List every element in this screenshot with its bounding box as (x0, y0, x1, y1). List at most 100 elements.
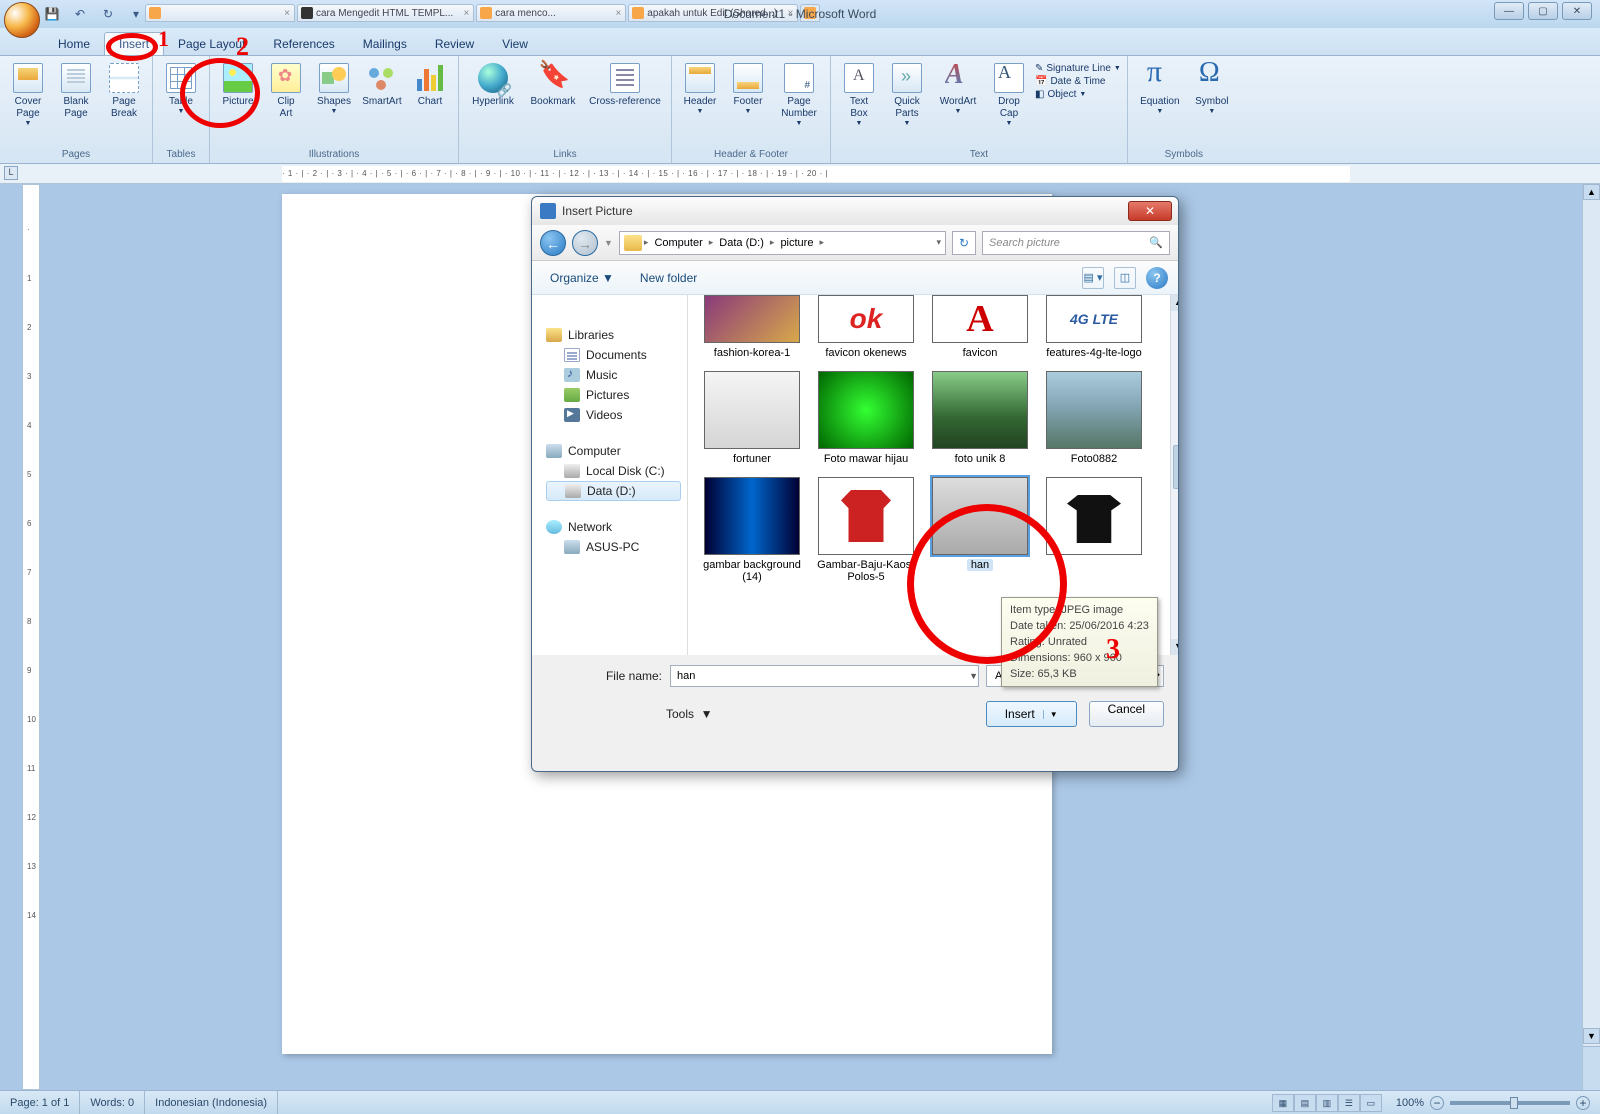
blank-page-button[interactable]: BlankPage (54, 60, 98, 120)
file-item[interactable]: gambar background (14) (698, 477, 806, 583)
view-mode-button[interactable]: ▤ ▾ (1082, 267, 1104, 289)
tab-review[interactable]: Review (421, 33, 488, 55)
organize-menu[interactable]: Organize ▼ (550, 271, 614, 285)
office-button[interactable] (4, 2, 40, 38)
table-button[interactable]: Table▼ (159, 60, 203, 115)
browser-tab[interactable]: cara menco...× (476, 4, 626, 22)
nav-local-disk-c[interactable]: Local Disk (C:) (546, 461, 681, 481)
equation-button[interactable]: Equation▼ (1134, 60, 1186, 115)
file-item-selected[interactable]: han (926, 477, 1034, 583)
nav-documents[interactable]: Documents (546, 345, 681, 365)
file-scrollbar[interactable]: ▲ ▼ (1170, 295, 1178, 655)
scroll-down-icon[interactable]: ▼ (1171, 639, 1178, 655)
help-button[interactable]: ? (1146, 267, 1168, 289)
qat-save-icon[interactable]: 💾 (40, 3, 64, 25)
status-words[interactable]: Words: 0 (80, 1091, 145, 1114)
dialog-close-button[interactable]: ✕ (1128, 201, 1172, 221)
file-item[interactable]: 4G LTEfeatures-4g-lte-logo (1040, 295, 1148, 359)
scrollbar-thumb[interactable] (1173, 445, 1178, 489)
ruler-corner[interactable]: L (4, 166, 18, 180)
picture-button[interactable]: Picture (216, 60, 260, 108)
search-input[interactable]: Search picture🔍 (982, 231, 1170, 255)
nav-asus-pc[interactable]: ASUS-PC (546, 537, 681, 557)
scroll-up-icon[interactable]: ▲ (1583, 184, 1600, 200)
insert-split-dropdown[interactable]: ▼ (1043, 710, 1058, 719)
refresh-button[interactable]: ↻ (952, 231, 976, 255)
minimize-button[interactable]: — (1494, 2, 1524, 20)
filename-dropdown[interactable]: ▼ (969, 671, 978, 681)
preview-pane-button[interactable]: ◫ (1114, 267, 1136, 289)
zoom-slider[interactable] (1450, 1101, 1570, 1105)
vertical-ruler[interactable]: ·1234567891011121314 (22, 184, 40, 1090)
hyperlink-button[interactable]: Hyperlink (465, 60, 521, 108)
browser-tab[interactable]: × (145, 4, 295, 22)
symbol-button[interactable]: Symbol▼ (1190, 60, 1234, 115)
browse-object-buttons[interactable] (1583, 1046, 1600, 1090)
file-item[interactable]: Foto0882 (1040, 371, 1148, 465)
object-button[interactable]: ◧Object ▼ (1035, 89, 1121, 100)
file-item[interactable]: fashion-korea-1 (698, 295, 806, 359)
file-item[interactable]: okfavicon okenews (812, 295, 920, 359)
file-item[interactable]: Gambar-Baju-Kaos-Polos-5 (812, 477, 920, 583)
nav-libraries[interactable]: Libraries (546, 325, 681, 345)
web-layout-icon[interactable]: ▥ (1316, 1094, 1338, 1112)
file-item[interactable] (1040, 477, 1148, 583)
horizontal-ruler[interactable]: · 1 · | · 2 · | · 3 · | · 4 · | · 5 · | … (282, 166, 1350, 182)
tab-view[interactable]: View (488, 33, 542, 55)
signature-line-button[interactable]: ✎Signature Line ▼ (1035, 63, 1121, 74)
draft-icon[interactable]: ▭ (1360, 1094, 1382, 1112)
zoom-in-button[interactable]: + (1576, 1096, 1590, 1110)
close-button[interactable]: ✕ (1562, 2, 1592, 20)
textbox-button[interactable]: TextBox▼ (837, 60, 881, 127)
nav-forward-button[interactable]: → (572, 230, 598, 256)
nav-history-dropdown[interactable]: ▼ (604, 238, 613, 248)
tools-menu[interactable]: Tools ▼ (666, 707, 713, 721)
dialog-titlebar[interactable]: Insert Picture ✕ (532, 197, 1178, 225)
tab-insert[interactable]: Insert (104, 32, 164, 55)
status-language[interactable]: Indonesian (Indonesia) (145, 1091, 278, 1114)
nav-back-button[interactable]: ← (540, 230, 566, 256)
tab-references[interactable]: References (259, 33, 348, 55)
file-item[interactable]: Foto mawar hijau (812, 371, 920, 465)
tab-mailings[interactable]: Mailings (349, 33, 421, 55)
status-page[interactable]: Page: 1 of 1 (0, 1091, 80, 1114)
nav-computer[interactable]: Computer (546, 441, 681, 461)
nav-videos[interactable]: Videos (546, 405, 681, 425)
qat-undo-icon[interactable]: ↶ (68, 3, 92, 25)
zoom-out-button[interactable]: − (1430, 1096, 1444, 1110)
vertical-scrollbar[interactable]: ▲ ▼ (1582, 184, 1600, 1090)
address-breadcrumb[interactable]: ▸ Computer▸ Data (D:)▸ picture▸ ▾ (619, 231, 946, 255)
clipart-button[interactable]: ClipArt (264, 60, 308, 120)
quickparts-button[interactable]: QuickParts▼ (885, 60, 929, 127)
browser-tab[interactable]: cara Mengedit HTML TEMPL...× (297, 4, 474, 22)
page-break-button[interactable]: PageBreak (102, 60, 146, 120)
outline-icon[interactable]: ☰ (1338, 1094, 1360, 1112)
page-number-button[interactable]: #PageNumber▼ (774, 60, 824, 127)
qat-redo-icon[interactable]: ↻ (96, 3, 120, 25)
cancel-button[interactable]: Cancel (1089, 701, 1164, 727)
insert-button[interactable]: Insert▼ (986, 701, 1077, 727)
scroll-down-icon[interactable]: ▼ (1583, 1028, 1600, 1044)
file-item[interactable]: fortuner (698, 371, 806, 465)
nav-pictures[interactable]: Pictures (546, 385, 681, 405)
full-screen-icon[interactable]: ▤ (1294, 1094, 1316, 1112)
maximize-button[interactable]: ▢ (1528, 2, 1558, 20)
bookmark-button[interactable]: Bookmark (525, 60, 581, 108)
scroll-up-icon[interactable]: ▲ (1171, 295, 1178, 311)
print-layout-icon[interactable]: ▦ (1272, 1094, 1294, 1112)
file-item[interactable]: foto unik 8 (926, 371, 1034, 465)
dropcap-button[interactable]: DropCap▼ (987, 60, 1031, 127)
header-button[interactable]: Header▼ (678, 60, 722, 115)
wordart-button[interactable]: WordArt▼ (933, 60, 983, 115)
cover-page-button[interactable]: CoverPage▼ (6, 60, 50, 127)
zoom-level[interactable]: 100% (1396, 1097, 1424, 1109)
date-time-button[interactable]: 📅Date & Time (1035, 76, 1121, 87)
nav-data-d[interactable]: Data (D:) (546, 481, 681, 501)
smartart-button[interactable]: SmartArt (360, 60, 404, 108)
crossref-button[interactable]: Cross-reference (585, 60, 665, 108)
tab-home[interactable]: Home (44, 33, 104, 55)
new-folder-button[interactable]: New folder (640, 271, 697, 285)
nav-music[interactable]: Music (546, 365, 681, 385)
shapes-button[interactable]: Shapes▼ (312, 60, 356, 115)
view-buttons[interactable]: ▦ ▤ ▥ ☰ ▭ (1272, 1094, 1382, 1112)
